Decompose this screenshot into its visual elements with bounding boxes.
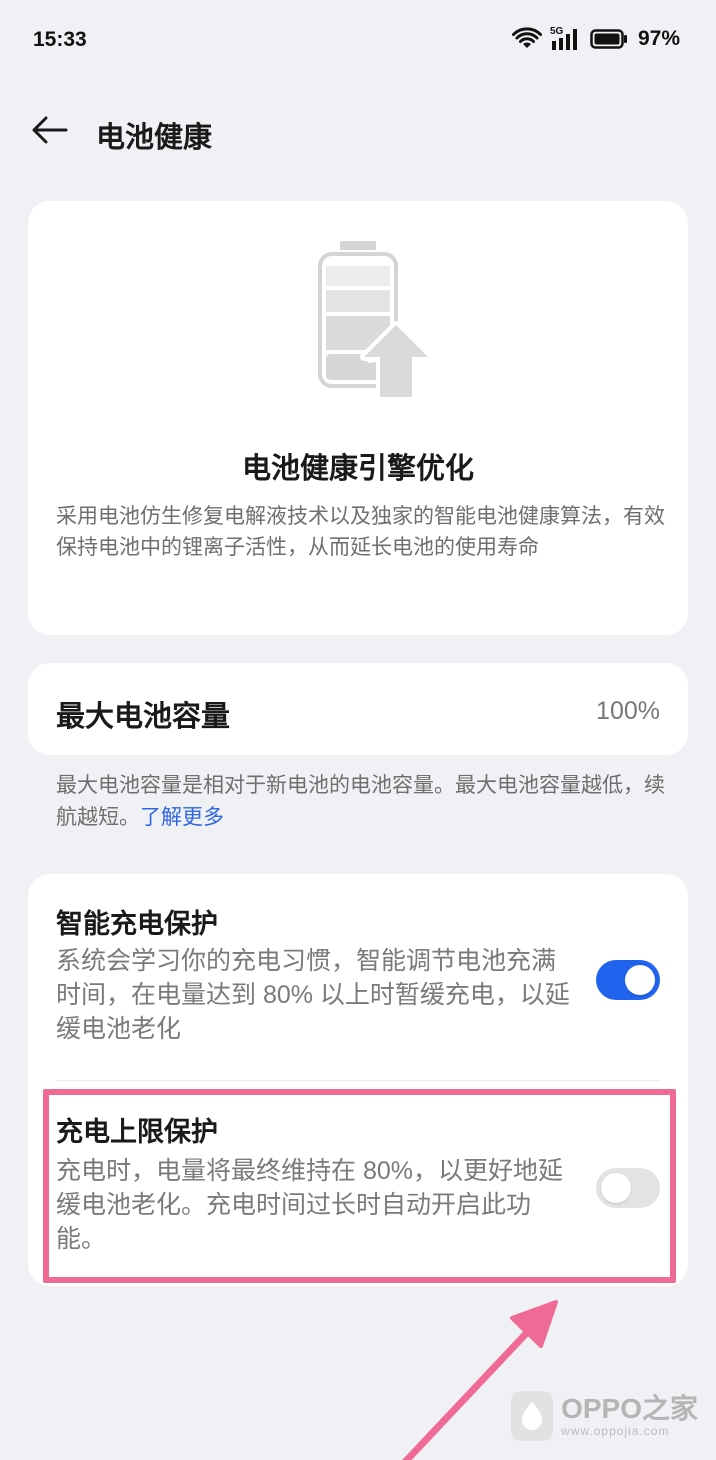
status-time: 15:33 [33,28,87,51]
watermark-title: OPPO之家 [561,1393,698,1424]
page-title: 电池健康 [96,122,213,154]
watermark-url: www.oppojia.com [561,1424,670,1438]
smart-charging-toggle[interactable] [596,960,660,1000]
capacity-note: 最大电池容量是相对于新电池的电池容量。最大电池容量越低，续航越短。了解更多 [56,770,668,834]
smart-charging-description: 系统会学习你的充电习惯，智能调节电池充满时间，在电量达到 80% 以上时暂缓充电… [56,947,570,1043]
learn-more-link[interactable]: 了解更多 [140,806,224,829]
charge-limit-toggle[interactable] [596,1168,660,1208]
battery-health-card: 电池健康引擎优化 采用电池仿生修复电解液技术以及独家的智能电池健康算法，有效保持… [28,201,688,635]
battery-upload-icon [310,239,450,406]
battery-percent: 97% [637,27,680,50]
toggle-knob [625,965,655,995]
smart-charging-row[interactable]: 智能充电保护 系统会学习你的充电习惯，智能调节电池充满时间，在电量达到 80% … [28,874,688,1080]
status-bar: 15:33 5G 97% [0,0,716,80]
max-capacity-row: 最大电池容量 100% [28,663,688,755]
back-button[interactable] [24,110,74,154]
charging-settings-card: 智能充电保护 系统会学习你的充电习惯，智能调节电池充满时间，在电量达到 80% … [28,874,688,1286]
max-capacity-value: 100% [596,697,660,725]
header: 电池健康 [0,100,716,164]
cellular-signal-icon: 5G [550,26,582,52]
watermark: OPPO之家 www.oppojia.com [511,1386,698,1446]
toggle-knob [601,1173,631,1203]
hero-description: 采用电池仿生修复电解液技术以及独家的智能电池健康算法，有效保持电池中的锂离子活性… [56,505,665,559]
charge-limit-row[interactable]: 充电上限保护 充电时，电量将最终维持在 80%，以更好地延缓电池老化。充电时间过… [28,1080,688,1286]
watermark-logo-icon [511,1391,554,1441]
back-arrow-icon [30,115,68,150]
battery-icon [590,28,628,50]
charge-limit-title: 充电上限保护 [56,1117,218,1147]
status-icons: 5G 97% [511,26,680,52]
smart-charging-title: 智能充电保护 [56,909,218,939]
hero-title: 电池健康引擎优化 [241,453,474,485]
max-capacity-label: 最大电池容量 [56,701,231,733]
charge-limit-description: 充电时，电量将最终维持在 80%，以更好地延缓电池老化。充电时间过长时自动开启此… [56,1157,563,1253]
wifi-icon [511,27,542,51]
